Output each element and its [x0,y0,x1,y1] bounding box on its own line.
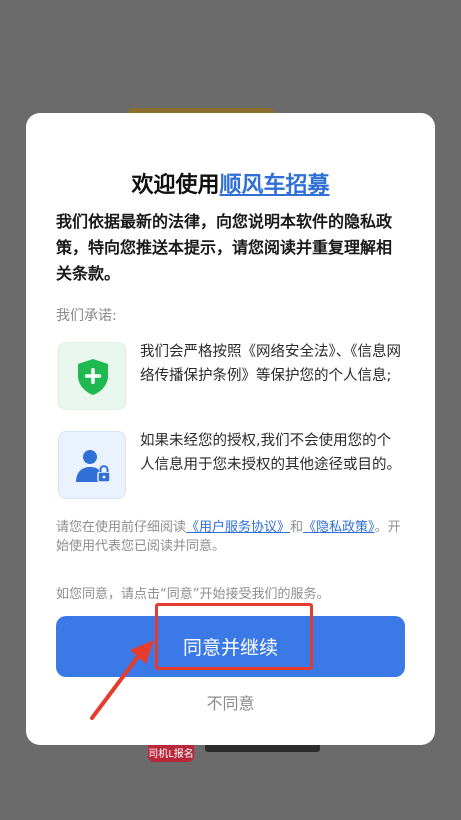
dialog-title-prefix: 欢迎使用 [131,173,220,198]
policy-text-before: 请您在使用前仔细阅读 [56,520,187,535]
user-service-agreement-link[interactable]: 《用户服务协议》 [186,520,290,535]
feature-text-protection: 我们会严格按照《网络安全法》、《信息网络传播保护条例》等保护您的个人信息; [140,344,401,384]
shield-plus-icon [58,342,126,410]
background-app-icon-label: 司机L报名 [148,749,194,760]
dialog-title: 欢迎使用顺风车招募 [26,167,435,199]
intro-text: 我们依据最新的法律，向您说明本软件的隐私政策，特向您推送本提示，请您阅读并重复理… [56,212,393,283]
policy-text-and: 和 [290,520,304,535]
privacy-policy-link[interactable]: 《隐私政策》 [303,520,375,535]
shield-plus-icon-graphic [78,359,108,395]
disagree-button[interactable]: 不同意 [56,687,405,717]
consent-text: 如您同意，请点击“同意”开始接受我们的服务。 [56,587,330,602]
feature-text-authorization: 如果未经您的授权,我们不会使用您的个人信息用于您未授权的其他途径或目的。 [140,433,401,473]
user-lock-icon-graphic [76,450,111,483]
policy-notice: 请您在使用前仔细阅读《用户服务协议》和《隐私政策》。开始使用代表您已阅读并同意。 [56,518,406,556]
agree-continue-button[interactable]: 同意并继续 [56,616,405,677]
user-lock-icon [58,431,126,499]
promise-label: 我们承诺: [56,308,117,324]
privacy-dialog: 欢迎使用顺风车招募 我们依据最新的法律，向您说明本软件的隐私政策，特向您推送本提… [26,113,435,745]
dialog-title-brand-link[interactable]: 顺风车招募 [220,173,330,198]
